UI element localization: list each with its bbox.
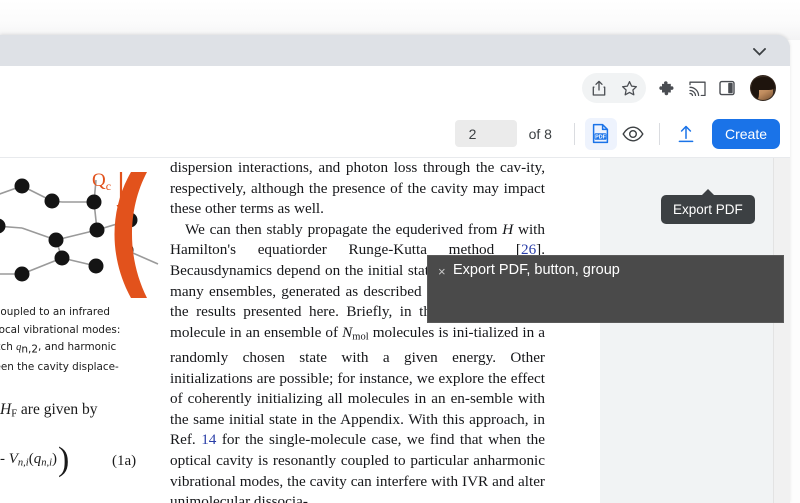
pdf-page: Qc s coupled to an infrared e local vibr… bbox=[0, 158, 600, 503]
tooltip-label: Export PDF bbox=[673, 202, 743, 217]
tooltip-arrow bbox=[701, 189, 715, 196]
vertical-scrollbar[interactable] bbox=[773, 158, 790, 503]
toolbar-action-pill bbox=[582, 73, 646, 103]
screen-root: of 8 PDF bbox=[0, 0, 800, 503]
avatar-hair-side bbox=[751, 83, 759, 100]
accessibility-announcement: × Export PDF, button, group bbox=[427, 255, 784, 323]
paper-column-left: Qc s coupled to an infrared e local vibr… bbox=[0, 158, 160, 503]
export-pdf-tooltip: Export PDF bbox=[661, 189, 755, 224]
export-upload-icon[interactable] bbox=[670, 118, 702, 150]
chevron-down-icon[interactable] bbox=[750, 43, 768, 61]
svg-text:PDF: PDF bbox=[596, 135, 607, 141]
paragraph-1: dispersion interactions, and photon loss… bbox=[170, 159, 545, 218]
eye-preview-icon[interactable] bbox=[617, 118, 649, 150]
left-column-text: HF are given by bbox=[0, 400, 98, 420]
body-text: dispersion interactions, and photon loss… bbox=[170, 158, 545, 503]
divider bbox=[658, 122, 660, 145]
equation-1a: - Vn,i(qn,i)) (1a) bbox=[0, 441, 137, 479]
browser-window: of 8 PDF bbox=[0, 35, 790, 503]
desktop-backdrop bbox=[0, 0, 800, 40]
divider bbox=[573, 122, 575, 145]
molecule-cavity-figure: Qc bbox=[0, 158, 160, 300]
figure-caption: s coupled to an infrared e local vibrati… bbox=[0, 304, 160, 377]
announcement-text: Export PDF, button, group bbox=[453, 262, 620, 278]
create-button[interactable]: Create bbox=[711, 118, 780, 149]
cast-icon[interactable] bbox=[682, 73, 712, 103]
avatar[interactable] bbox=[750, 75, 776, 101]
page-number-input[interactable] bbox=[454, 120, 517, 147]
side-panel-icon[interactable] bbox=[712, 73, 742, 103]
paper-column-right: dispersion interactions, and photon loss… bbox=[170, 158, 548, 503]
caption-line-3: retch qn,2, and harmonic bbox=[0, 341, 117, 356]
cavity-coordinate-label: Qc bbox=[92, 170, 111, 193]
caption-line-4: ween the cavity displace- bbox=[0, 361, 119, 374]
citation-14[interactable]: 14 bbox=[201, 431, 216, 448]
caption-line-2: e local vibrational modes: bbox=[0, 323, 121, 336]
browser-toolbar bbox=[0, 66, 790, 110]
equation-number: (1a) bbox=[112, 453, 137, 470]
close-icon[interactable]: × bbox=[438, 265, 446, 278]
pdf-app-bar: of 8 PDF bbox=[0, 110, 790, 158]
bookmark-star-icon[interactable] bbox=[614, 73, 644, 103]
extensions-puzzle-icon[interactable] bbox=[652, 73, 682, 103]
pdf-file-icon[interactable]: PDF bbox=[584, 117, 617, 150]
browser-tab-strip bbox=[0, 35, 790, 66]
page-total-label: of 8 bbox=[528, 125, 552, 142]
caption-line-1: s coupled to an infrared bbox=[0, 306, 110, 318]
share-icon[interactable] bbox=[584, 73, 614, 103]
